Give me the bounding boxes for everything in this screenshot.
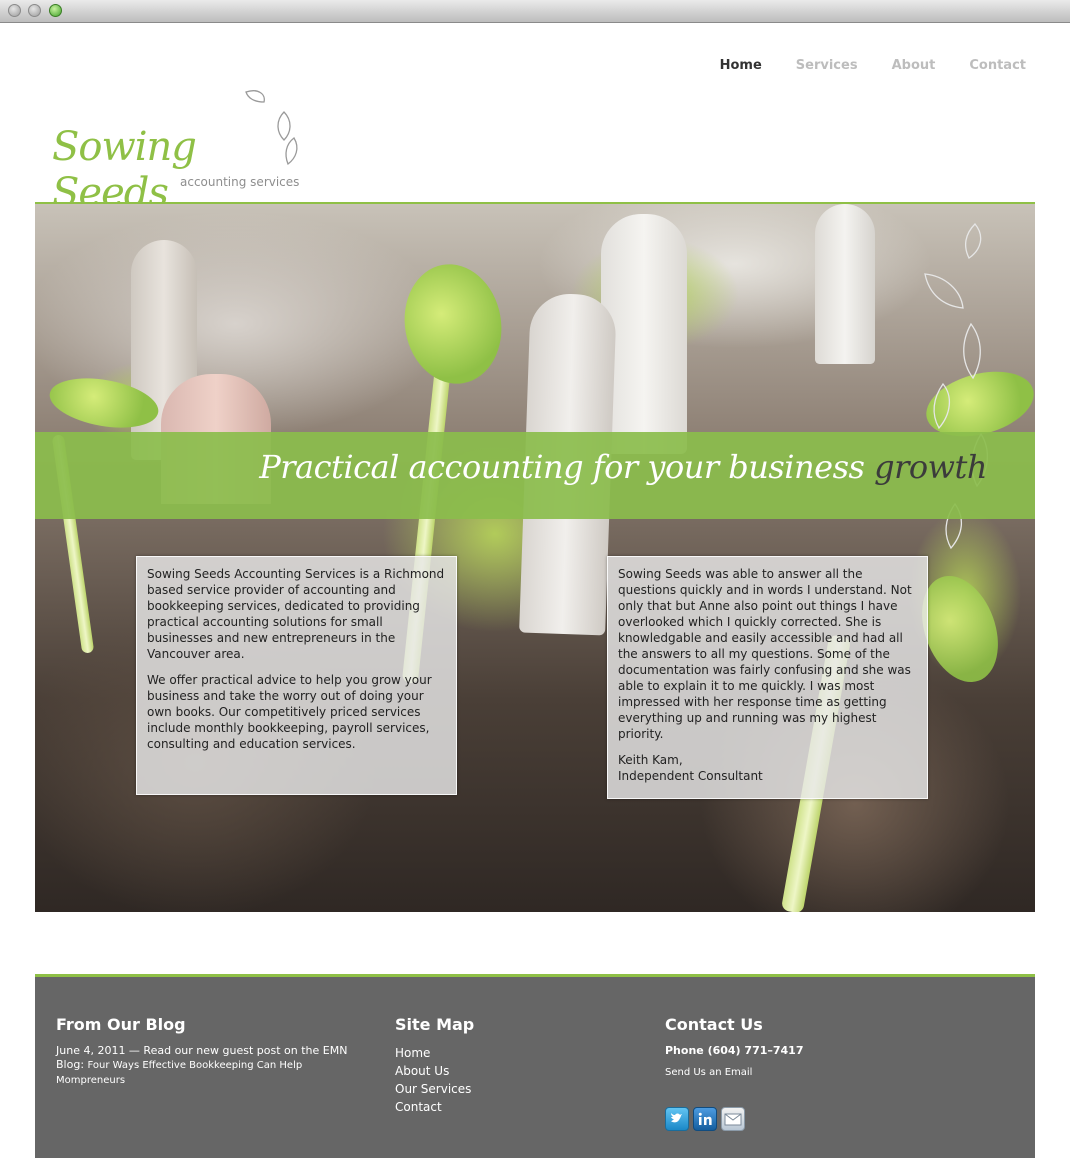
tagline-main: Practical accounting for your business [259,448,865,486]
site-footer: From Our Blog June 4, 2011 — Read our ne… [35,977,1035,1158]
footer-contact-heading: Contact Us [665,1015,763,1034]
footer-sitemap: Site Map Home About Us Our Services Cont… [395,1015,595,1116]
send-email-link[interactable]: Send Us an Email [665,1067,965,1078]
nav-home[interactable]: Home [720,58,762,73]
testimonial-quote: Sowing Seeds was able to answer all the … [618,567,912,741]
contact-phone: Phone (604) 771–7417 [665,1044,804,1057]
window-close-button[interactable] [8,4,21,17]
footer-blog: From Our Blog June 4, 2011 — Read our ne… [56,1015,366,1088]
nav-services[interactable]: Services [796,58,858,73]
site-logo[interactable]: Sowing Seeds accounting services [52,86,312,216]
logo-tagline: accounting services [180,175,300,189]
blog-post-summary: June 4, 2011 — Read our new guest post o… [56,1044,366,1088]
linkedin-icon[interactable] [693,1107,717,1131]
main-nav: Home Services About Contact [686,58,1026,73]
testimonial-card: Sowing Seeds was able to answer all the … [607,556,928,799]
twitter-icon[interactable] [665,1107,689,1131]
intro-card: Sowing Seeds Accounting Services is a Ri… [136,556,457,795]
window-titlebar [0,0,1070,23]
seedling-leaf [395,256,511,392]
sitemap-link-home[interactable]: Home [395,1044,595,1062]
envelope-icon [724,1113,742,1126]
footer-sitemap-heading: Site Map [395,1015,475,1034]
hero-tagline: Practical accounting for your business g… [259,448,987,486]
testimonial-role: Independent Consultant [618,769,763,783]
hero-banner: Practical accounting for your business g… [35,204,1035,912]
sitemap-link-contact[interactable]: Contact [395,1098,595,1116]
blog-post-link[interactable]: Four Ways Effective Bookkeeping Can Help… [56,1060,302,1086]
nav-contact[interactable]: Contact [969,58,1026,73]
nav-about[interactable]: About [892,58,936,73]
leaves-decoration-icon [924,223,988,550]
window-zoom-button[interactable] [49,4,62,17]
plant-marker [815,204,875,364]
intro-paragraph-1: Sowing Seeds Accounting Services is a Ri… [147,567,445,661]
footer-contact: Contact Us Phone (604) 771–7417 Send Us … [665,1015,965,1131]
tagline-accent: growth [874,448,987,486]
email-icon[interactable] [721,1107,745,1131]
intro-paragraph-2: We offer practical advice to help you gr… [147,673,432,751]
footer-blog-heading: From Our Blog [56,1015,186,1034]
tagline-band: Practical accounting for your business g… [35,432,1035,519]
twitter-bird-icon [671,1113,682,1123]
sitemap-link-about-us[interactable]: About Us [395,1062,595,1080]
window-minimize-button[interactable] [28,4,41,17]
social-links [665,1107,745,1131]
sitemap-link-our-services[interactable]: Our Services [395,1080,595,1098]
testimonial-author: Keith Kam, [618,753,683,767]
linkedin-glyph-icon [698,1112,712,1125]
